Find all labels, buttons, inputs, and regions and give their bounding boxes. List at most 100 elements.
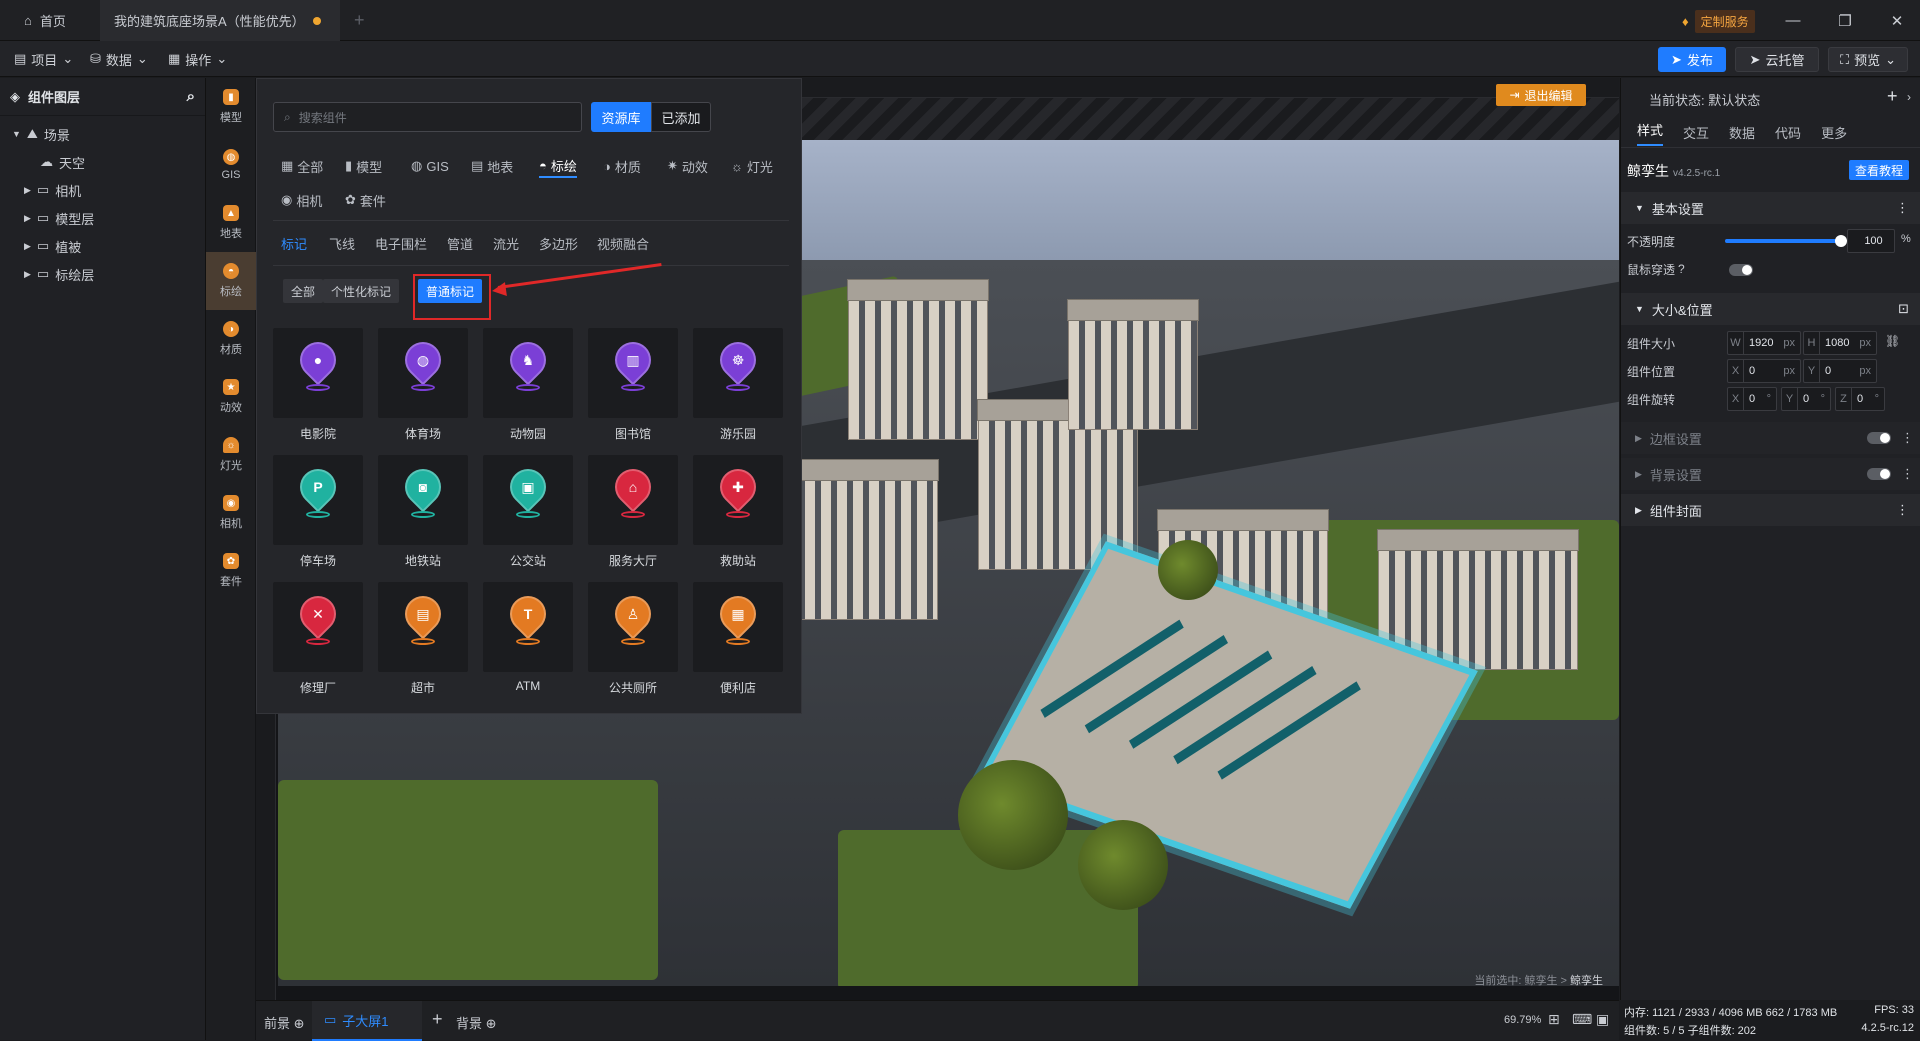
terminal-icon[interactable]: ▣ — [1596, 1011, 1609, 1028]
tab-document[interactable]: 我的建筑底座场景A（性能优先） — [100, 0, 340, 41]
subcat-flyline[interactable]: 飞线 — [329, 231, 355, 255]
keyboard-icon[interactable]: ⌨ — [1572, 1011, 1592, 1028]
marker-card[interactable]: ▦ — [693, 582, 783, 672]
zoom-level[interactable]: 69.79% — [1504, 1014, 1541, 1026]
exit-edit-button[interactable]: ⇥ 退出编辑 — [1496, 84, 1586, 106]
cat-material[interactable]: ◑ 材质 — [603, 154, 641, 178]
more-icon[interactable]: ⋮ — [1896, 200, 1920, 216]
cat-terrain[interactable]: ▤ 地表 — [471, 154, 513, 178]
marker-card[interactable]: ⌂ — [588, 455, 678, 545]
cat-plot[interactable]: ◓ 标绘 — [539, 154, 577, 178]
subcat-flow[interactable]: 流光 — [493, 231, 519, 255]
category-model[interactable]: ▮ 模型 — [206, 78, 256, 136]
tree-item-model-layer[interactable]: ▶ ▭ 模型层 — [0, 204, 205, 232]
close-icon[interactable]: ✕ — [1874, 0, 1920, 41]
marker-card[interactable]: P — [273, 455, 363, 545]
rot-x-input[interactable]: X 0 ° — [1727, 387, 1777, 411]
foreground-tab[interactable]: 前景 ⊕ — [264, 1013, 305, 1032]
menu-data[interactable]: ⛁ 数据 ⌄ — [90, 41, 148, 77]
tab-data[interactable]: 数据 — [1729, 123, 1755, 142]
tree-item-camera[interactable]: ▶ ▭ 相机 — [0, 176, 205, 204]
pos-y-input[interactable]: Y 0 px — [1803, 359, 1877, 383]
tab-more[interactable]: 更多 — [1821, 123, 1847, 142]
marker-card[interactable]: ♙ — [588, 582, 678, 672]
category-kit[interactable]: ✿ 套件 — [206, 542, 256, 600]
mouse-through-toggle[interactable] — [1729, 264, 1753, 276]
subcat-video-fusion[interactable]: 视频融合 — [597, 231, 649, 255]
subcat-fence[interactable]: 电子围栏 — [375, 231, 427, 255]
marker-card[interactable]: ▤ — [378, 582, 468, 672]
added-tab[interactable]: 已添加 — [651, 102, 711, 132]
screen-tab-active[interactable]: ▭ 子大屏1 — [312, 1001, 422, 1041]
marker-card[interactable]: ● — [273, 328, 363, 418]
resource-library-tab[interactable]: 资源库 — [591, 102, 651, 132]
more-icon[interactable]: ⋮ — [1896, 502, 1920, 518]
background-tab[interactable]: 背景 ⊕ — [456, 1013, 497, 1032]
cat-gis[interactable]: ◍ GIS — [411, 154, 449, 178]
tree-item-plot-layer[interactable]: ▶ ▭ 标绘层 — [0, 260, 205, 288]
background-toggle[interactable] — [1867, 468, 1891, 480]
custom-service-button[interactable]: ♦ 定制服务 — [1682, 10, 1755, 33]
add-circle-icon[interactable]: ⊕ — [294, 1016, 305, 1031]
category-plot[interactable]: ◓ 标绘 — [206, 252, 256, 310]
subcat-pipe[interactable]: 管道 — [447, 231, 473, 255]
category-light[interactable]: ☼ 灯光 — [206, 426, 256, 484]
new-tab-button[interactable]: + — [340, 0, 379, 41]
marker-card[interactable]: ✕ — [273, 582, 363, 672]
cat-effect[interactable]: ✷ 动效 — [667, 154, 708, 178]
chevron-right-icon[interactable]: › — [1907, 90, 1911, 104]
tab-style[interactable]: 样式 — [1637, 120, 1664, 146]
section-basic[interactable]: ▼ 基本设置 ⋮ — [1621, 192, 1920, 224]
category-camera[interactable]: ◉ 相机 — [206, 484, 256, 542]
tree-item-sky[interactable]: ☁ 天空 — [0, 148, 205, 176]
marker-card[interactable]: ✚ — [693, 455, 783, 545]
minimize-icon[interactable]: — — [1770, 0, 1816, 41]
publish-button[interactable]: ➤ 发布 — [1658, 47, 1726, 72]
more-icon[interactable]: ⋮ — [1901, 430, 1914, 446]
menu-project[interactable]: ▤ 项目 ⌄ — [14, 41, 73, 77]
preview-button[interactable]: ⛶ 预览 ⌄ — [1828, 47, 1908, 72]
tab-interaction[interactable]: 交互 — [1683, 123, 1709, 142]
add-state-button[interactable]: + — [1887, 86, 1898, 107]
cat-camera[interactable]: ◉ 相机 — [281, 188, 322, 212]
marker-card[interactable]: ☸ — [693, 328, 783, 418]
fit-screen-icon[interactable]: ⊞ — [1548, 1011, 1560, 1028]
tutorial-button[interactable]: 查看教程 — [1849, 160, 1909, 180]
opacity-slider[interactable] — [1725, 235, 1847, 247]
cat-light[interactable]: ☼ 灯光 — [731, 154, 773, 178]
cat-model[interactable]: ▮ 模型 — [345, 154, 382, 178]
menu-operate[interactable]: ▦ 操作 ⌄ — [168, 41, 227, 77]
border-toggle[interactable] — [1867, 432, 1891, 444]
add-circle-icon[interactable]: ⊕ — [486, 1016, 497, 1031]
tree-item-scene[interactable]: ▼ ⛰ 场景 — [0, 120, 205, 148]
marker-card[interactable]: ◍ — [378, 328, 468, 418]
tab-home[interactable]: ⌂ 首页 — [10, 0, 80, 41]
rot-y-input[interactable]: Y 0 ° — [1781, 387, 1831, 411]
marker-card[interactable]: ▣ — [483, 455, 573, 545]
cat-all[interactable]: ▦ 全部 — [281, 154, 323, 178]
subcat-marker[interactable]: 标记 — [281, 231, 307, 255]
lock-icon[interactable]: ⊡ — [1898, 301, 1920, 317]
subcat-polygon[interactable]: 多边形 — [539, 231, 578, 255]
pos-x-input[interactable]: X 0 px — [1727, 359, 1801, 383]
tree-item-vegetation[interactable]: ▶ ▭ 植被 — [0, 232, 205, 260]
height-input[interactable]: H 1080 px — [1803, 331, 1877, 355]
tab-code[interactable]: 代码 — [1775, 123, 1801, 142]
cat-kit[interactable]: ✿ 套件 — [345, 188, 386, 212]
marker-card[interactable]: T — [483, 582, 573, 672]
add-screen-button[interactable]: + — [432, 1009, 443, 1030]
search-icon[interactable]: ⌕ — [187, 88, 195, 105]
restore-icon[interactable]: ❐ — [1822, 0, 1868, 41]
marker-card[interactable]: ◙ — [378, 455, 468, 545]
search-input[interactable]: ⌕ 搜索组件 — [273, 102, 582, 132]
marker-card[interactable]: ♞ — [483, 328, 573, 418]
category-gis[interactable]: ◍ GIS — [206, 136, 256, 194]
cloud-host-button[interactable]: ➤ 云托管 — [1735, 47, 1819, 72]
width-input[interactable]: W 1920 px — [1727, 331, 1801, 355]
category-terrain[interactable]: ▲ 地表 — [206, 194, 256, 252]
filter-custom-marker[interactable]: 个性化标记 — [323, 279, 400, 303]
category-effect[interactable]: ★ 动效 — [206, 368, 256, 426]
filter-all[interactable]: 全部 — [283, 279, 324, 303]
opacity-input[interactable]: 100 — [1847, 229, 1895, 253]
category-material[interactable]: ◑ 材质 — [206, 310, 256, 368]
